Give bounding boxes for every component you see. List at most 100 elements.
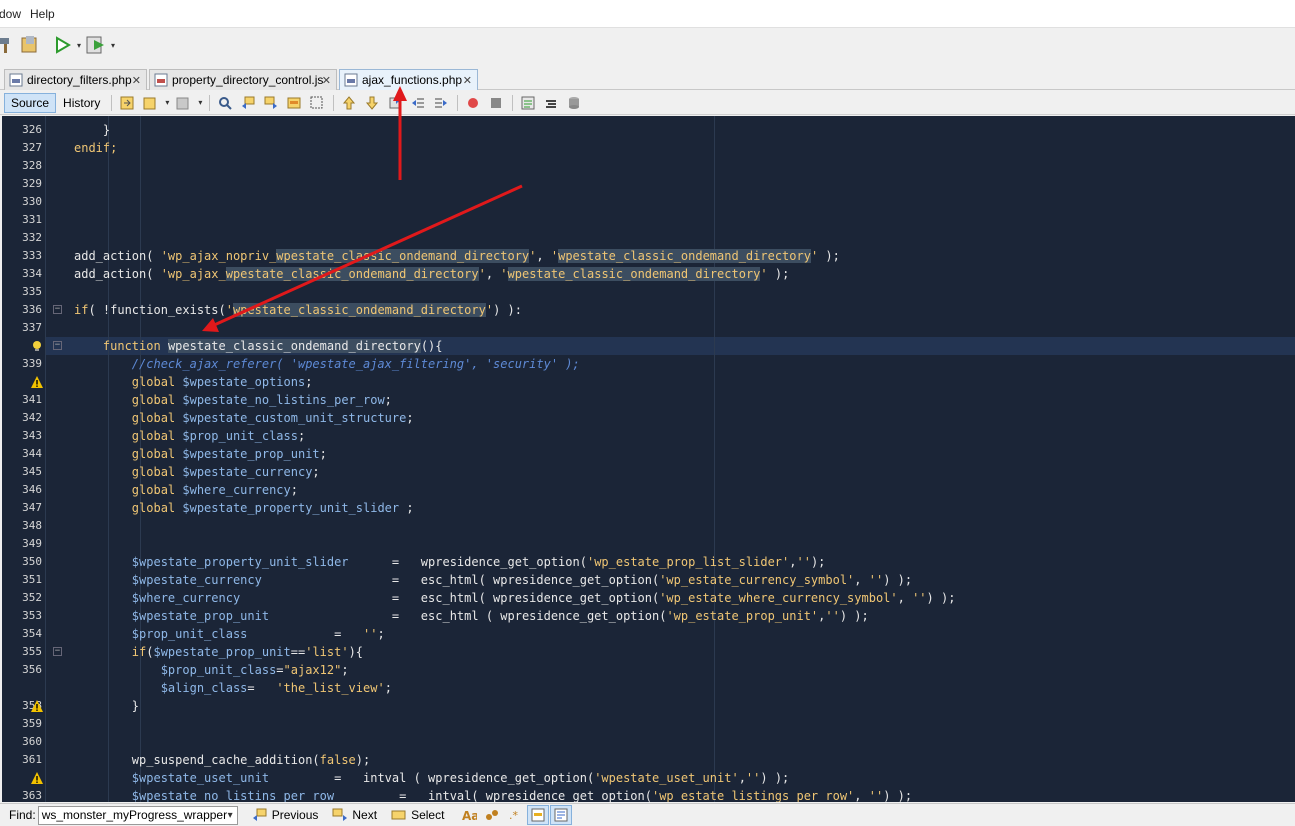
- code-line[interactable]: global $wpestate_property_unit_slider ;: [74, 499, 414, 517]
- stop-macro-icon[interactable]: [485, 93, 507, 113]
- code-line[interactable]: if($wpestate_prop_unit=='list'){: [74, 643, 363, 661]
- code-line[interactable]: $align_class= 'the_list_view';: [74, 679, 392, 697]
- chevron-down-icon[interactable]: ▾: [228, 810, 233, 821]
- back-icon[interactable]: [139, 93, 161, 113]
- code-line[interactable]: add_action( 'wp_ajax_nopriv_wpestate_cla…: [74, 247, 840, 265]
- code-line[interactable]: add_action( 'wp_ajax_wpestate_classic_on…: [74, 265, 789, 283]
- code-line[interactable]: global $wpestate_no_listins_per_row;: [74, 391, 392, 409]
- js-file-icon: [154, 73, 168, 87]
- code-token: wpestate_classic_ondemand_directory: [232, 303, 486, 317]
- tab-property-directory-control[interactable]: property_directory_control.js ✕: [149, 69, 337, 90]
- code-line[interactable]: endif;: [74, 139, 117, 157]
- code-line[interactable]: $prop_unit_class="ajax12";: [74, 661, 349, 679]
- forward-dropdown-icon[interactable]: ▾: [195, 98, 205, 107]
- start-macro-icon[interactable]: [462, 93, 484, 113]
- code-token: endif;: [74, 141, 118, 155]
- svg-text:Aa: Aa: [462, 809, 477, 823]
- warning-icon[interactable]: [31, 772, 43, 784]
- next-bookmark-icon[interactable]: [361, 93, 383, 113]
- code-line[interactable]: }: [74, 121, 110, 139]
- code-line[interactable]: global $prop_unit_class;: [74, 427, 305, 445]
- code-line[interactable]: $prop_unit_class = '';: [74, 625, 385, 643]
- find-label: Find:: [9, 808, 36, 822]
- warning-icon[interactable]: [31, 700, 43, 712]
- code-line[interactable]: global $wpestate_prop_unit;: [74, 445, 327, 463]
- code-line[interactable]: function wpestate_classic_ondemand_direc…: [74, 337, 443, 355]
- build-hammer-icon[interactable]: [0, 33, 18, 57]
- code-line[interactable]: $wpestate_uset_unit = intval ( wpresiden…: [74, 769, 789, 787]
- find-previous-icon[interactable]: [237, 93, 259, 113]
- code-line[interactable]: if( !function_exists('wpestate_classic_o…: [74, 301, 522, 319]
- debug-icon[interactable]: [84, 33, 108, 57]
- fold-toggle-icon[interactable]: −: [53, 305, 62, 314]
- code-line[interactable]: //check_ajax_referer( 'wpestate_ajax_fil…: [74, 355, 580, 373]
- uncomment-icon[interactable]: [540, 93, 562, 113]
- run-dropdown-icon[interactable]: ▾: [74, 41, 84, 50]
- wrap-around-icon[interactable]: [550, 805, 573, 825]
- code-token: 'list': [305, 645, 349, 659]
- code-line[interactable]: $wpestate_no_listins_per_row = intval( w…: [74, 787, 912, 802]
- find-select-button[interactable]: Select: [391, 808, 444, 822]
- toggle-bookmark-icon[interactable]: [384, 93, 406, 113]
- line-number: 326: [22, 123, 42, 136]
- code-area[interactable]: } endif; add_action( 'wp_ajax_nopriv_wpest…: [68, 116, 1295, 802]
- code-line[interactable]: $wpestate_prop_unit = esc_html ( wpresid…: [74, 607, 869, 625]
- match-case-icon[interactable]: Aa: [458, 805, 480, 825]
- code-line[interactable]: global $where_currency;: [74, 481, 298, 499]
- find-selection-icon[interactable]: [214, 93, 236, 113]
- forward-icon[interactable]: [172, 93, 194, 113]
- code-line[interactable]: $wpestate_property_unit_slider = wpresid…: [74, 553, 826, 571]
- warning-icon[interactable]: [31, 376, 43, 388]
- code-line[interactable]: global $wpestate_custom_unit_structure;: [74, 409, 414, 427]
- code-line[interactable]: global $wpestate_currency;: [74, 463, 320, 481]
- code-token: ,: [897, 591, 913, 605]
- code-token: = intval ( wpresidence_get_option(: [269, 771, 595, 785]
- tab-directory-filters[interactable]: directory_filters.php ✕: [4, 69, 147, 90]
- code-line[interactable]: wp_suspend_cache_addition(false);: [74, 751, 370, 769]
- code-token: ;: [290, 483, 298, 497]
- find-previous-button[interactable]: Previous: [252, 808, 318, 822]
- shift-left-icon[interactable]: [407, 93, 429, 113]
- run-icon[interactable]: [50, 33, 74, 57]
- tab-ajax-functions[interactable]: ajax_functions.php ✕: [339, 69, 478, 90]
- debug-dropdown-icon[interactable]: ▾: [108, 41, 118, 50]
- highlight-results-icon[interactable]: [527, 805, 550, 825]
- code-token: ) );: [883, 573, 913, 587]
- history-view-button[interactable]: History: [56, 93, 107, 113]
- close-icon[interactable]: ✕: [322, 74, 331, 87]
- regex-icon[interactable]: .*: [504, 805, 526, 825]
- find-input[interactable]: ws_monster_myProgress_wrapper ▾: [37, 805, 238, 825]
- back-dropdown-icon[interactable]: ▾: [162, 98, 172, 107]
- menu-help[interactable]: Help: [30, 7, 55, 21]
- code-editor[interactable]: 326 327 328 329 330 331 332 333 334 335 336 337 339 3…: [2, 116, 1295, 802]
- fold-toggle-icon[interactable]: −: [53, 647, 62, 656]
- close-icon[interactable]: ✕: [132, 74, 141, 87]
- close-icon[interactable]: ✕: [463, 74, 472, 87]
- toggle-highlight-icon[interactable]: [283, 93, 305, 113]
- whole-words-icon[interactable]: [481, 805, 503, 825]
- source-view-button[interactable]: Source: [4, 92, 57, 113]
- fold-toggle-icon[interactable]: −: [53, 341, 62, 350]
- last-edit-icon[interactable]: [116, 93, 138, 113]
- code-line[interactable]: $wpestate_currency = esc_html( wpresiden…: [74, 571, 912, 589]
- hint-bulb-icon[interactable]: [31, 340, 43, 352]
- previous-bookmark-icon[interactable]: [338, 93, 360, 113]
- code-token: global: [74, 465, 183, 479]
- shift-right-icon[interactable]: [430, 93, 452, 113]
- menu-window[interactable]: dow: [0, 7, 21, 21]
- clean-build-icon[interactable]: [18, 33, 42, 57]
- code-token: $wpestate_options: [182, 375, 306, 389]
- find-next-button[interactable]: Next: [332, 808, 377, 822]
- code-line[interactable]: $where_currency = esc_html( wpresidence_…: [74, 589, 956, 607]
- code-token: //check_ajax_referer( 'wpestate_ajax_fil…: [74, 357, 580, 371]
- find-next-icon[interactable]: [260, 93, 282, 113]
- code-line[interactable]: }: [74, 697, 139, 715]
- line-number: 354: [22, 627, 42, 640]
- code-token: wpestate_classic_ondemand_directory: [225, 267, 479, 281]
- code-token: global: [74, 447, 183, 461]
- database-icon[interactable]: [563, 93, 585, 113]
- code-line[interactable]: global $wpestate_options;: [74, 373, 313, 391]
- comment-icon[interactable]: [517, 93, 539, 113]
- toggle-rectangular-selection-icon[interactable]: [306, 93, 328, 113]
